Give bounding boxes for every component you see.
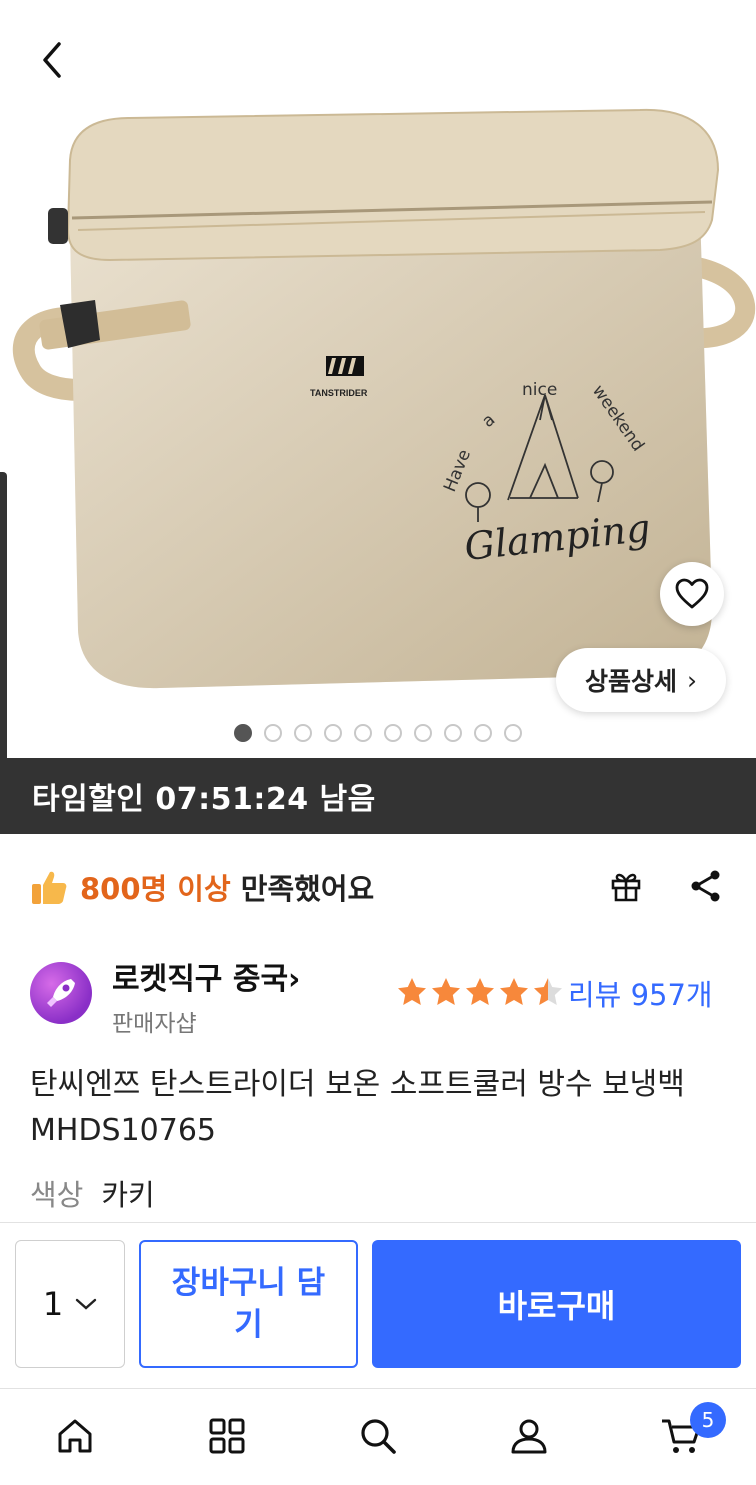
nav-categories[interactable] xyxy=(202,1411,252,1461)
pagination-dot xyxy=(264,724,282,742)
seller-name: 로켓직구 중국 xyxy=(112,962,289,997)
satisfaction-text: 만족했어요 xyxy=(240,872,375,906)
back-button[interactable] xyxy=(28,36,76,84)
pagination-dot xyxy=(384,724,402,742)
time-sale-banner: 타임할인 07:51:24 남음 xyxy=(0,758,756,834)
search-icon xyxy=(361,1419,396,1454)
review-count-link[interactable]: 리뷰 957개 xyxy=(568,972,713,1014)
product-detail-label: 상품상세 xyxy=(584,667,677,696)
brand-name: TANSTRIDER xyxy=(310,388,368,398)
seller-shop-label: 판매자샵 xyxy=(112,1011,197,1037)
option-value: 카키 xyxy=(101,1178,155,1212)
nav-home[interactable] xyxy=(50,1411,100,1461)
wishlist-button[interactable] xyxy=(660,562,724,626)
user-icon xyxy=(511,1419,547,1454)
share-button[interactable] xyxy=(684,864,728,908)
seller-row: 로켓직구 중국› 판매자샵 리뷰 957개 xyxy=(0,946,756,1046)
seller-logo[interactable] xyxy=(30,962,92,1024)
chevron-right-icon: › xyxy=(687,665,697,695)
thumbs-up-icon xyxy=(32,871,67,904)
cart-count-badge: 5 xyxy=(690,1402,726,1438)
time-sale-text: 타임할인 07:51:24 남음 xyxy=(32,782,376,817)
rating-stars xyxy=(396,976,564,1008)
star-icon xyxy=(432,978,460,1005)
star-icon xyxy=(534,978,562,1005)
seller-name-link[interactable]: 로켓직구 중국› xyxy=(112,954,300,998)
buy-bar-divider xyxy=(0,1222,756,1223)
pagination-dot xyxy=(444,724,462,742)
pagination-dot xyxy=(294,724,312,742)
buy-now-label: 바로구매 xyxy=(497,1287,616,1325)
chevron-down-icon xyxy=(75,1298,97,1310)
satisfaction-count: 800명 이상 xyxy=(80,872,231,906)
star-icon xyxy=(398,978,426,1005)
pagination-dot xyxy=(354,724,372,742)
nav-search[interactable] xyxy=(353,1411,403,1461)
chevron-right-icon: › xyxy=(288,962,301,997)
product-detail-button[interactable]: 상품상세 › xyxy=(556,648,726,712)
quantity-value: 1 xyxy=(42,1285,64,1323)
bottom-nav xyxy=(0,1388,756,1485)
product-image-area: TANSTRIDER Have a nice weekend Glamping … xyxy=(0,0,756,808)
option-label: 색상 xyxy=(30,1178,84,1212)
pagination-dot xyxy=(324,724,342,742)
product-photo[interactable]: TANSTRIDER Have a nice weekend Glamping xyxy=(0,90,756,710)
home-icon xyxy=(58,1419,92,1453)
image-pagination xyxy=(0,724,756,742)
pagination-dot xyxy=(414,724,432,742)
product-option: 색상 카키 xyxy=(30,1172,155,1214)
star-icon xyxy=(466,978,494,1005)
add-to-cart-label: 장바구니 담기 xyxy=(171,1265,326,1343)
satisfaction-row: 800명 이상 만족했어요 xyxy=(0,852,756,922)
gift-icon xyxy=(611,873,641,902)
quantity-select[interactable]: 1 xyxy=(15,1240,125,1368)
product-title: 탄씨엔쯔 탄스트라이더 보온 소프트쿨러 방수 보냉백 MHDS10765 xyxy=(30,1067,685,1148)
grid-icon xyxy=(209,1418,245,1454)
add-to-cart-button[interactable]: 장바구니 담기 xyxy=(139,1240,358,1368)
pagination-dot xyxy=(474,724,492,742)
nav-my-account[interactable] xyxy=(504,1411,554,1461)
share-icon xyxy=(691,870,720,902)
chevron-left-icon xyxy=(43,42,61,78)
star-icon xyxy=(500,978,528,1005)
rocket-icon xyxy=(47,979,75,1007)
pagination-dot xyxy=(234,724,252,742)
gift-button[interactable] xyxy=(604,864,648,908)
brand-logo xyxy=(326,356,364,376)
svg-text:nice: nice xyxy=(522,380,557,400)
pagination-dot xyxy=(504,724,522,742)
buy-now-button[interactable]: 바로구매 xyxy=(372,1240,741,1368)
heart-icon xyxy=(675,578,709,609)
